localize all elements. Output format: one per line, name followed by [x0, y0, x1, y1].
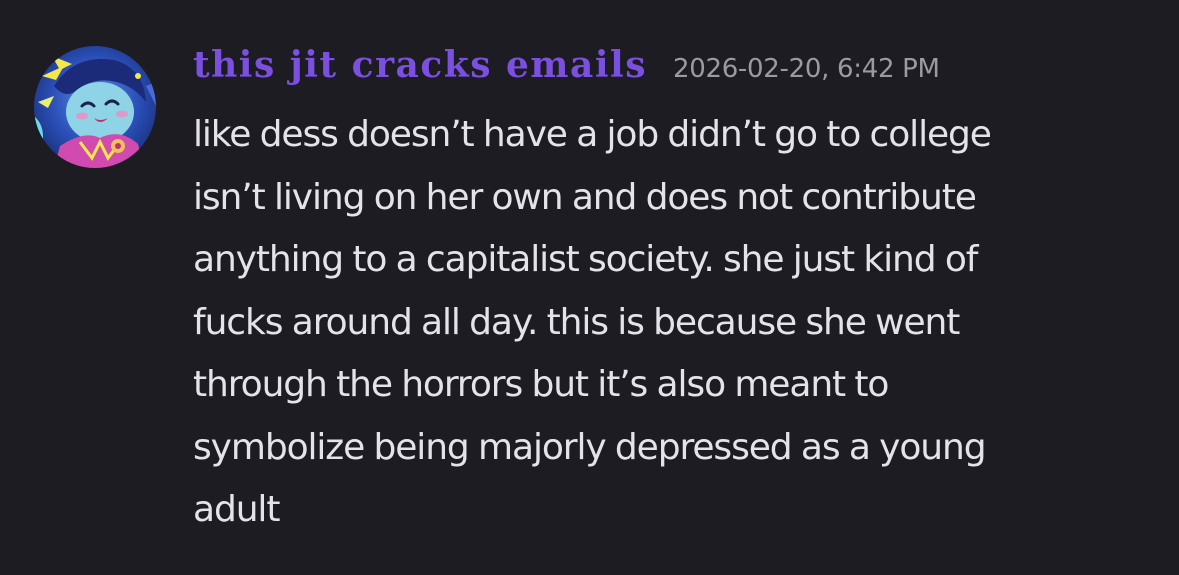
- message-timestamp: 2026-02-20, 6:42 PM: [672, 54, 940, 84]
- username[interactable]: this jit cracks emails: [193, 44, 647, 86]
- avatar-illustration: [34, 46, 156, 168]
- chat-message: this jit cracks emails 2026-02-20, 6:42 …: [0, 0, 1179, 575]
- user-avatar[interactable]: [34, 46, 156, 168]
- message-content: like dess doesn’t have a job didn’t go t…: [193, 114, 992, 530]
- message-header: this jit cracks emails 2026-02-20, 6:42 …: [193, 44, 940, 94]
